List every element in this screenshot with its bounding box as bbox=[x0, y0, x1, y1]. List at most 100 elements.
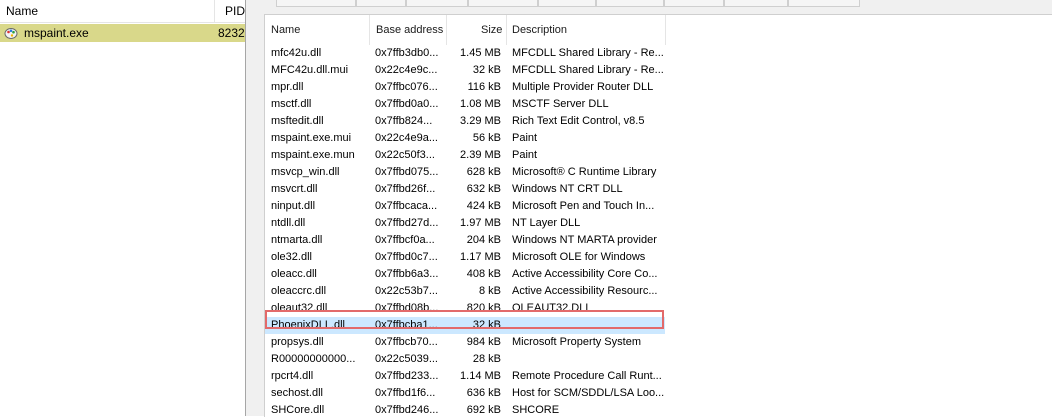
tab-partial[interactable] bbox=[664, 0, 724, 7]
module-row[interactable]: mfc42u.dll 0x7ffb3db0... 1.45 MB MFCDLL Sha… bbox=[265, 45, 665, 62]
module-size: 8 kB bbox=[478, 285, 501, 297]
module-base-address: 0x7ffbd0c7... bbox=[375, 251, 438, 263]
modules-list[interactable]: Name Base address Size Description mfc42… bbox=[264, 14, 1052, 417]
module-base-address: 0x7ffbcaca... bbox=[375, 200, 438, 212]
module-base-address: 0x22c4e9a... bbox=[375, 132, 438, 144]
module-row[interactable]: sechost.dll 0x7ffbd1f6... 636 kB Host for S… bbox=[265, 385, 665, 402]
process-properties-dialog: Name Base address Size Description mfc42… bbox=[245, 0, 1052, 417]
module-row[interactable]: propsys.dll 0x7ffbcb70... 984 kB Microsoft … bbox=[265, 334, 665, 351]
module-name: rpcrt4.dll bbox=[271, 370, 314, 382]
module-description: MFCDLL Shared Library - Re... bbox=[512, 64, 664, 76]
column-divider[interactable] bbox=[665, 15, 666, 45]
column-header-pid[interactable]: PID bbox=[225, 4, 245, 18]
module-size: 1.45 MB bbox=[460, 47, 501, 59]
module-name: mfc42u.dll bbox=[271, 47, 322, 59]
module-row[interactable]: oleaccrc.dll 0x22c53b7... 8 kB Active Acces… bbox=[265, 283, 665, 300]
module-name: ninput.dll bbox=[271, 200, 316, 212]
module-base-address: 0x22c50f3... bbox=[375, 149, 435, 161]
column-header-base-address[interactable]: Base address bbox=[376, 24, 443, 36]
module-base-address: 0x7ffbcf0a... bbox=[375, 234, 435, 246]
module-name: propsys.dll bbox=[271, 336, 324, 348]
module-size: 116 kB bbox=[467, 81, 501, 93]
module-base-address: 0x7ffbd1f6... bbox=[375, 387, 436, 399]
module-description: Active Accessibility Resourc... bbox=[512, 285, 658, 297]
module-name: msvcp_win.dll bbox=[271, 166, 340, 178]
module-size: 424 kB bbox=[466, 200, 501, 212]
module-base-address: 0x7ffbcb70... bbox=[375, 336, 438, 348]
process-list-pane: Name PID mspaint.exe 8232 bbox=[0, 0, 250, 416]
module-row[interactable]: ntdll.dll 0x7ffbd27d... 1.97 MB NT Layer DL… bbox=[265, 215, 665, 232]
module-name: oleaccrc.dll bbox=[271, 285, 327, 297]
column-divider[interactable] bbox=[369, 15, 370, 45]
tab-partial[interactable] bbox=[538, 0, 596, 7]
module-row[interactable]: mpr.dll 0x7ffbc076... 116 kB Multiple Provi… bbox=[265, 79, 665, 96]
module-name: msvcrt.dll bbox=[271, 183, 318, 195]
tab-partial[interactable] bbox=[356, 0, 406, 7]
module-row[interactable]: ninput.dll 0x7ffbcaca... 424 kB Microsoft P… bbox=[265, 198, 665, 215]
module-base-address: 0x7ffbd246... bbox=[375, 404, 439, 416]
module-size: 1.97 MB bbox=[460, 217, 501, 229]
module-row[interactable]: MFC42u.dll.mui 0x22c4e9c... 32 kB MFCDLL Sh… bbox=[265, 62, 665, 79]
module-row[interactable]: msvcp_win.dll 0x7ffbd075... 628 kB Microsof… bbox=[265, 164, 665, 181]
module-row[interactable]: msctf.dll 0x7ffbd0a0... 1.08 MB MSCTF Serve… bbox=[265, 96, 665, 113]
module-size: 692 kB bbox=[466, 404, 501, 416]
module-base-address: 0x7ffb3db0... bbox=[375, 47, 439, 59]
module-row[interactable]: rpcrt4.dll 0x7ffbd233... 1.14 MB Remote Pro… bbox=[265, 368, 665, 385]
module-description: Rich Text Edit Control, v8.5 bbox=[512, 115, 645, 127]
module-size: 32 kB bbox=[472, 64, 501, 76]
module-name: SHCore.dll bbox=[271, 404, 325, 416]
module-size: 1.17 MB bbox=[460, 251, 501, 263]
module-name: mspaint.exe.mui bbox=[271, 132, 352, 144]
module-size: 1.14 MB bbox=[460, 370, 501, 382]
column-divider[interactable] bbox=[214, 0, 215, 22]
module-description: Remote Procedure Call Runt... bbox=[512, 370, 662, 382]
tab-partial[interactable] bbox=[788, 0, 860, 7]
module-row[interactable]: oleacc.dll 0x7ffbb6a3... 408 kB Active Acce… bbox=[265, 266, 665, 283]
module-description: OLEAUT32.DLL bbox=[512, 302, 592, 314]
module-base-address: 0x7ffbd27d... bbox=[375, 217, 439, 229]
module-description: MSCTF Server DLL bbox=[512, 98, 609, 110]
column-divider[interactable] bbox=[446, 15, 447, 45]
tab-partial[interactable] bbox=[468, 0, 538, 7]
column-header-name[interactable]: Name bbox=[271, 24, 300, 36]
module-row[interactable]: mspaint.exe.mui 0x22c4e9a... 56 kB Paint bbox=[265, 130, 665, 147]
tab-partial[interactable] bbox=[276, 0, 356, 7]
module-description: Paint bbox=[512, 132, 538, 144]
process-row[interactable]: mspaint.exe 8232 bbox=[0, 24, 250, 42]
module-description: Host for SCM/SDDL/LSA Loo... bbox=[512, 387, 665, 399]
module-size: 408 kB bbox=[466, 268, 501, 280]
column-header-size[interactable]: Size bbox=[481, 24, 502, 36]
tab-strip bbox=[246, 0, 1052, 8]
column-header-description[interactable]: Description bbox=[512, 24, 567, 36]
module-name: mpr.dll bbox=[271, 81, 304, 93]
module-name: ntmarta.dll bbox=[271, 234, 323, 246]
module-base-address: 0x22c4e9c... bbox=[375, 64, 438, 76]
tab-partial[interactable] bbox=[406, 0, 468, 7]
module-description: Microsoft® C Runtime Library bbox=[512, 166, 657, 178]
tab-partial[interactable] bbox=[724, 0, 788, 7]
module-base-address: 0x22c5039... bbox=[375, 353, 438, 365]
module-row[interactable]: mspaint.exe.mun 0x22c50f3... 2.39 MB Paint bbox=[265, 147, 665, 164]
module-base-address: 0x7ffb824... bbox=[375, 115, 433, 127]
module-name: msctf.dll bbox=[271, 98, 312, 110]
tab-partial[interactable] bbox=[596, 0, 664, 7]
module-description: Active Accessibility Core Co... bbox=[512, 268, 658, 280]
module-size: 984 kB bbox=[466, 336, 501, 348]
module-row[interactable]: SHCore.dll 0x7ffbd246... 692 kB SHCORE bbox=[265, 402, 665, 419]
column-divider[interactable] bbox=[506, 15, 507, 45]
module-size: 820 kB bbox=[466, 302, 501, 314]
module-size: 204 kB bbox=[466, 234, 501, 246]
module-row[interactable]: msftedit.dll 0x7ffb824... 3.29 MB Rich Text… bbox=[265, 113, 665, 130]
module-size: 636 kB bbox=[466, 387, 501, 399]
paint-app-icon bbox=[4, 26, 18, 40]
module-size: 2.39 MB bbox=[460, 149, 501, 161]
module-row[interactable]: msvcrt.dll 0x7ffbd26f... 632 kB Windows NT … bbox=[265, 181, 665, 198]
module-row[interactable]: PhoenixDLL.dll 0x7ffbcba1... 32 kB bbox=[265, 317, 665, 334]
module-name: oleaut32.dll bbox=[271, 302, 328, 314]
module-row[interactable]: ole32.dll 0x7ffbd0c7... 1.17 MB Microsoft O… bbox=[265, 249, 665, 266]
module-row[interactable]: R00000000000... 0x22c5039... 28 kB bbox=[265, 351, 665, 368]
column-header-name[interactable]: Name bbox=[6, 4, 38, 18]
module-row[interactable]: ntmarta.dll 0x7ffbcf0a... 204 kB Windows NT… bbox=[265, 232, 665, 249]
module-row[interactable]: oleaut32.dll 0x7ffbd08b... 820 kB OLEAUT32.… bbox=[265, 300, 665, 317]
module-size: 1.08 MB bbox=[460, 98, 501, 110]
